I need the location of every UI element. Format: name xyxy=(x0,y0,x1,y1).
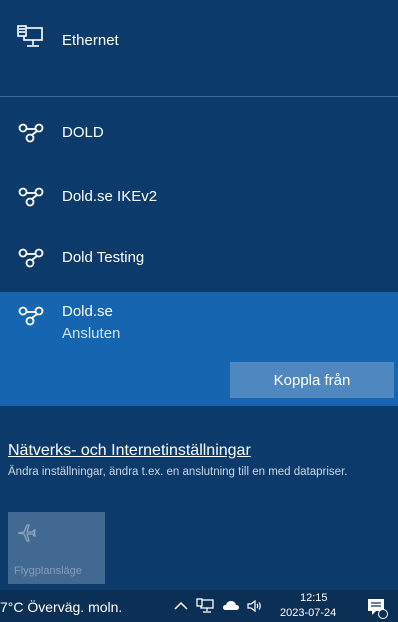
vpn-icon xyxy=(18,305,44,327)
disconnect-button[interactable]: Koppla från xyxy=(230,362,394,398)
chevron-up-icon[interactable] xyxy=(172,598,190,614)
onedrive-cloud-icon[interactable] xyxy=(222,598,240,614)
clock-date[interactable]: 2023-07-24 xyxy=(280,607,336,619)
selected-vpn-label: Dold.se xyxy=(62,303,113,320)
ethernet-label: Ethernet xyxy=(62,32,119,49)
speaker-icon[interactable] xyxy=(246,598,264,614)
network-icon[interactable] xyxy=(196,598,214,614)
clock-time[interactable]: 12:15 xyxy=(300,592,328,604)
vpn-icon xyxy=(18,186,44,208)
computer-network-icon xyxy=(16,24,44,52)
network-flyout: Ethernet DOLD Dold.se IKEv2 Dold Testing… xyxy=(0,0,398,590)
airplane-icon xyxy=(16,522,36,542)
notification-icon[interactable] xyxy=(364,595,388,619)
vpn-item-label: DOLD xyxy=(62,124,104,141)
vpn-icon xyxy=(18,122,44,144)
settings-description: Ändra inställningar, ändra t.ex. en ansl… xyxy=(8,466,348,478)
taskbar: 7°C Överväg. moln. 12:15 2023-07-24 xyxy=(0,590,398,622)
vpn-item-label: Dold Testing xyxy=(62,249,145,266)
vpn-item-label: Dold.se IKEv2 xyxy=(62,188,158,205)
weather-widget[interactable]: 7°C Överväg. moln. xyxy=(0,599,122,615)
airplane-mode-tile[interactable]: Flygplansläge xyxy=(8,512,105,584)
vpn-icon xyxy=(18,247,44,269)
connection-status: Ansluten xyxy=(62,325,121,342)
divider xyxy=(0,96,398,97)
airplane-mode-label: Flygplansläge xyxy=(14,565,82,577)
network-settings-link[interactable]: Nätverks- och Internetinställningar xyxy=(8,442,251,460)
